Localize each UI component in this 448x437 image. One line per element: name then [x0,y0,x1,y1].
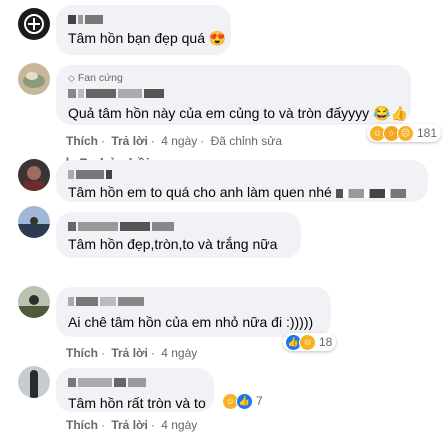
timestamp[interactable]: 4 ngày [161,346,197,360]
timestamp[interactable]: 4 ngày [161,134,197,148]
comment-actions: Thích · Trả lời · 4 ngày · Đã chỉnh sửa [66,134,283,148]
like-button[interactable]: Thích [66,418,98,432]
fan-badge: ◇ Fan cứng [68,72,123,84]
avatar-image [18,217,50,238]
comment-bubble: Tâm hồn bạn đẹp quá 😍 [56,5,231,55]
reply-button[interactable]: Trả lời [111,418,148,432]
avatar-image [24,14,44,34]
commenter-name[interactable] [68,166,416,182]
comment-text: Tâm hồn bạn đẹp quá 😍 [68,30,227,46]
avatar[interactable] [18,366,50,398]
reply-button[interactable]: Trả lời [111,134,148,148]
mention-tag[interactable] [335,188,406,198]
diamond-icon: ◇ [68,73,75,83]
avatar[interactable] [18,8,50,40]
avatar-image [23,72,45,88]
comment-actions: Thích · Trả lời · 4 ngày [66,418,198,432]
like-button[interactable]: Thích [66,346,98,360]
avatar-image [24,166,44,191]
sad-reaction-icon: ☹ [397,124,414,142]
reaction-summary[interactable]: ☺ 👍 7 [220,392,267,410]
comment-bubble: Tâm hồn rất tròn và to [56,368,214,412]
comment-bubble: Tâm hồn em to quá cho anh làm quen nhé [56,160,428,202]
avatar[interactable] [18,206,50,238]
comment-bubble: Tâm hồn đẹp,tròn,to và trắng nữa [56,212,301,258]
comment-text: Ai chê tâm hồn của em nhỏ nữa đi :))))) [68,314,314,330]
comment-text: Tâm hồn rất tròn và to [68,395,206,411]
comment-bubble: ◇ Fan cứng Quả tâm hồn này của em củng t… [56,65,411,125]
commenter-name[interactable] [68,293,319,309]
avatar-image [18,295,50,318]
comment-text: Tâm hồn đẹp,tròn,to và trắng nữa [68,236,278,252]
like-reaction-icon: 👍 [236,392,253,410]
haha-reaction-icon: ☺ [299,333,316,351]
comment-bubble: Ai chê tâm hồn của em nhỏ nữa đi :))))) [56,287,331,337]
commenter-name[interactable] [68,11,219,27]
timestamp[interactable]: 4 ngày [161,418,197,432]
reply-button[interactable]: Trả lời [111,346,148,360]
reaction-summary[interactable]: 👍 ☺ 18 [283,333,337,351]
comment-text: Quả tâm hồn này của em củng to và tròn đ… [68,105,408,121]
avatar[interactable] [18,286,50,318]
comment-actions: Thích · Trả lời · 4 ngày [66,346,198,360]
avatar[interactable] [18,159,50,191]
like-button[interactable]: Thích [66,134,98,148]
avatar[interactable] [18,63,50,95]
avatar-image [30,370,38,398]
edited-label: Đã chỉnh sửa [210,134,283,148]
commenter-name[interactable] [68,218,289,234]
commenter-name[interactable] [68,85,399,101]
reaction-summary[interactable]: ☺ ○ ☹ 181 [367,124,442,142]
comment-text: Tâm hồn em to quá cho anh làm quen nhé [68,183,416,202]
commenter-name[interactable] [68,374,202,390]
